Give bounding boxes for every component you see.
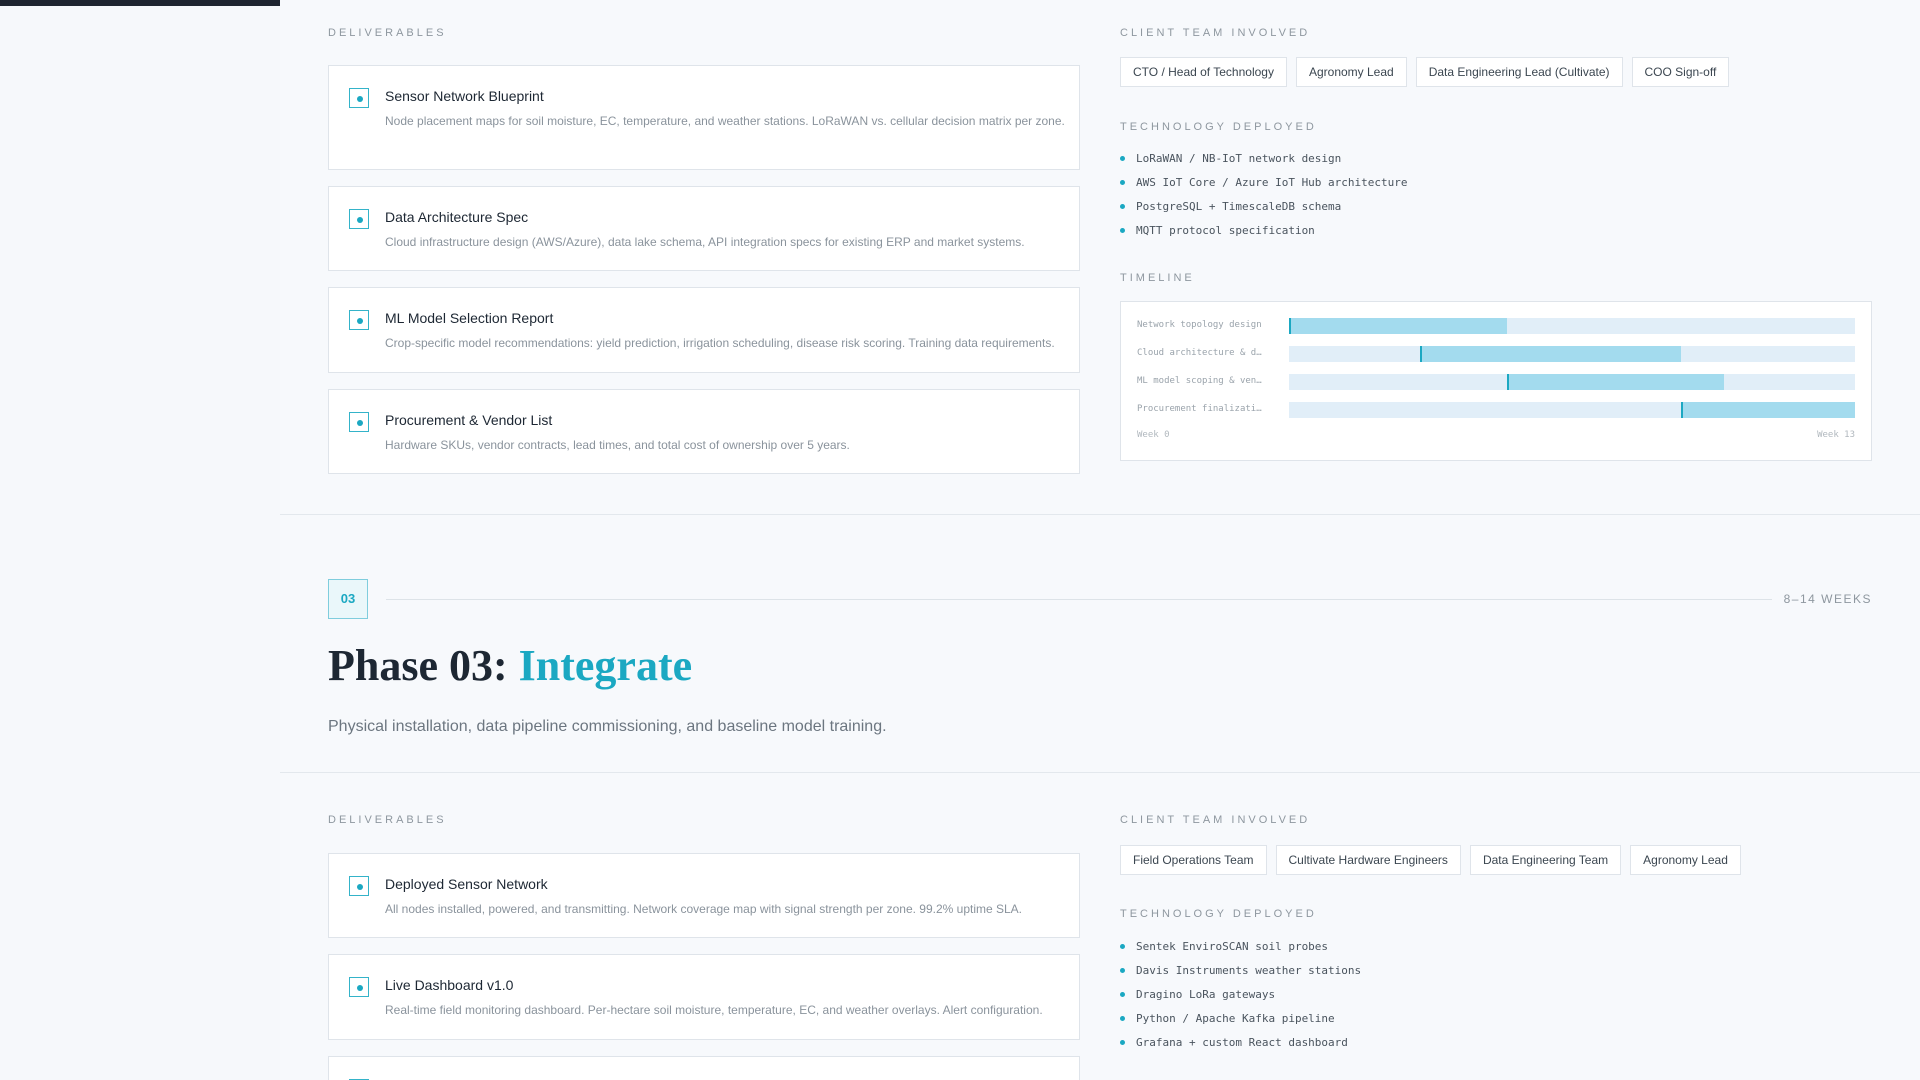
- phase-header-rule: [386, 599, 1772, 600]
- deliverables-label: DELIVERABLES: [328, 27, 447, 39]
- check-icon: [349, 977, 369, 997]
- deliverable-title: ML Model Selection Report: [385, 310, 554, 326]
- technology-item: Dragino LoRa gateways: [1120, 986, 1361, 1010]
- client-team-chips: CTO / Head of Technology Agronomy Lead D…: [1120, 57, 1730, 87]
- phase-2-details: DELIVERABLES Sensor Network Blueprint No…: [328, 0, 1872, 514]
- deliverable-description: Hardware SKUs, vendor contracts, lead ti…: [385, 438, 850, 452]
- deliverable-description: Node placement maps for soil moisture, E…: [385, 114, 1065, 128]
- timeline-row-label: Procurement finalization: [1137, 404, 1262, 414]
- team-chip: Cultivate Hardware Engineers: [1275, 845, 1461, 875]
- deliverable-card: Procurement & Vendor List Hardware SKUs,…: [328, 389, 1080, 474]
- technology-item: Grafana + custom React dashboard: [1120, 1034, 1361, 1058]
- client-team-label: CLIENT TEAM INVOLVED: [1120, 814, 1311, 826]
- timeline-row: Network topology design: [1137, 318, 1857, 334]
- check-icon: [349, 876, 369, 896]
- deliverables-label: DELIVERABLES: [328, 814, 447, 826]
- phase-subtitle: Physical installation, data pipeline com…: [328, 718, 887, 735]
- phase-number-badge: 03: [328, 579, 368, 619]
- timeline-track: [1289, 318, 1855, 334]
- check-icon: [349, 209, 369, 229]
- technology-item: PostgreSQL + TimescaleDB schema: [1120, 198, 1408, 222]
- left-rail-top-bar: [0, 0, 280, 6]
- timeline-row-label: Cloud architecture & data lake: [1137, 348, 1262, 358]
- team-chip: Agronomy Lead: [1630, 845, 1741, 875]
- technology-list: Sentek EnviroSCAN soil probes Davis Inst…: [1120, 938, 1361, 1058]
- section-divider: [280, 514, 1920, 515]
- deliverable-description: Crop-specific model recommendations: yie…: [385, 336, 1055, 350]
- deliverable-description: Real-time field monitoring dashboard. Pe…: [385, 1003, 1043, 1017]
- timeline-axis-end: Week 13: [1817, 430, 1855, 440]
- team-chip: Field Operations Team: [1120, 845, 1267, 875]
- client-team-label: CLIENT TEAM INVOLVED: [1120, 27, 1311, 39]
- phase-title: Phase 03: Integrate: [328, 640, 692, 691]
- deliverable-title: Data Architecture Spec: [385, 209, 529, 225]
- deliverable-description: All nodes installed, powered, and transm…: [385, 902, 1023, 916]
- timeline-row: ML model scoping & vendor eval: [1137, 374, 1857, 390]
- deliverable-title: Procurement & Vendor List: [385, 412, 553, 428]
- team-chip: Data Engineering Lead (Cultivate): [1415, 57, 1623, 87]
- timeline-chart: Network topology design Cloud architectur…: [1120, 301, 1872, 461]
- check-icon: [349, 88, 369, 108]
- phase-title-prefix: Phase 03:: [328, 641, 519, 690]
- deliverable-card: [328, 1056, 1080, 1080]
- timeline-track: [1289, 374, 1855, 390]
- timeline-axis-start: Week 0: [1137, 430, 1170, 440]
- client-team-chips: Field Operations Team Cultivate Hardware…: [1120, 845, 1741, 875]
- deliverable-title: Sensor Network Blueprint: [385, 88, 544, 104]
- team-chip: CTO / Head of Technology: [1120, 57, 1287, 87]
- timeline-label: TIMELINE: [1120, 272, 1195, 284]
- phase-3-details: DELIVERABLES Deployed Sensor Network All…: [328, 772, 1872, 1080]
- timeline-bar: [1506, 374, 1725, 390]
- technology-list: LoRaWAN / NB-IoT network design AWS IoT …: [1120, 150, 1408, 246]
- timeline-row-label: ML model scoping & vendor eval: [1137, 376, 1262, 386]
- timeline-row-label: Network topology design: [1137, 320, 1262, 330]
- check-icon: [349, 310, 369, 330]
- phase-duration: 8–14 WEEKS: [1783, 592, 1872, 606]
- timeline-bar: [1419, 346, 1681, 362]
- technology-label: TECHNOLOGY DEPLOYED: [1120, 121, 1317, 133]
- deliverable-title: Live Dashboard v1.0: [385, 977, 514, 993]
- deliverable-card: Live Dashboard v1.0 Real-time field moni…: [328, 954, 1080, 1040]
- technology-item: LoRaWAN / NB-IoT network design: [1120, 150, 1408, 174]
- team-chip: COO Sign-off: [1631, 57, 1730, 87]
- phase-title-accent: Integrate: [518, 641, 693, 690]
- team-chip: Agronomy Lead: [1295, 57, 1407, 87]
- technology-item: Sentek EnviroSCAN soil probes: [1120, 938, 1361, 962]
- timeline-track: [1289, 346, 1855, 362]
- timeline-row: Procurement finalization: [1137, 402, 1857, 418]
- technology-item: MQTT protocol specification: [1120, 222, 1408, 246]
- timeline-bar: [1289, 318, 1507, 334]
- check-icon: [349, 412, 369, 432]
- left-rail: [0, 0, 280, 1080]
- deliverable-card: Sensor Network Blueprint Node placement …: [328, 65, 1080, 170]
- technology-item: AWS IoT Core / Azure IoT Hub architectur…: [1120, 174, 1408, 198]
- timeline-bar: [1680, 402, 1855, 418]
- deliverable-card: ML Model Selection Report Crop-specific …: [328, 287, 1080, 373]
- deliverable-card: Data Architecture Spec Cloud infrastruct…: [328, 186, 1080, 271]
- timeline-track: [1289, 402, 1855, 418]
- timeline-row: Cloud architecture & data lake: [1137, 346, 1857, 362]
- technology-item: Python / Apache Kafka pipeline: [1120, 1010, 1361, 1034]
- deliverable-description: Cloud infrastructure design (AWS/Azure),…: [385, 235, 1025, 249]
- deliverable-title: Deployed Sensor Network: [385, 876, 548, 892]
- team-chip: Data Engineering Team: [1469, 845, 1622, 875]
- technology-item: Davis Instruments weather stations: [1120, 962, 1361, 986]
- main-content: DELIVERABLES Sensor Network Blueprint No…: [280, 0, 1920, 1080]
- deliverable-card: Deployed Sensor Network All nodes instal…: [328, 853, 1080, 938]
- technology-label: TECHNOLOGY DEPLOYED: [1120, 908, 1317, 920]
